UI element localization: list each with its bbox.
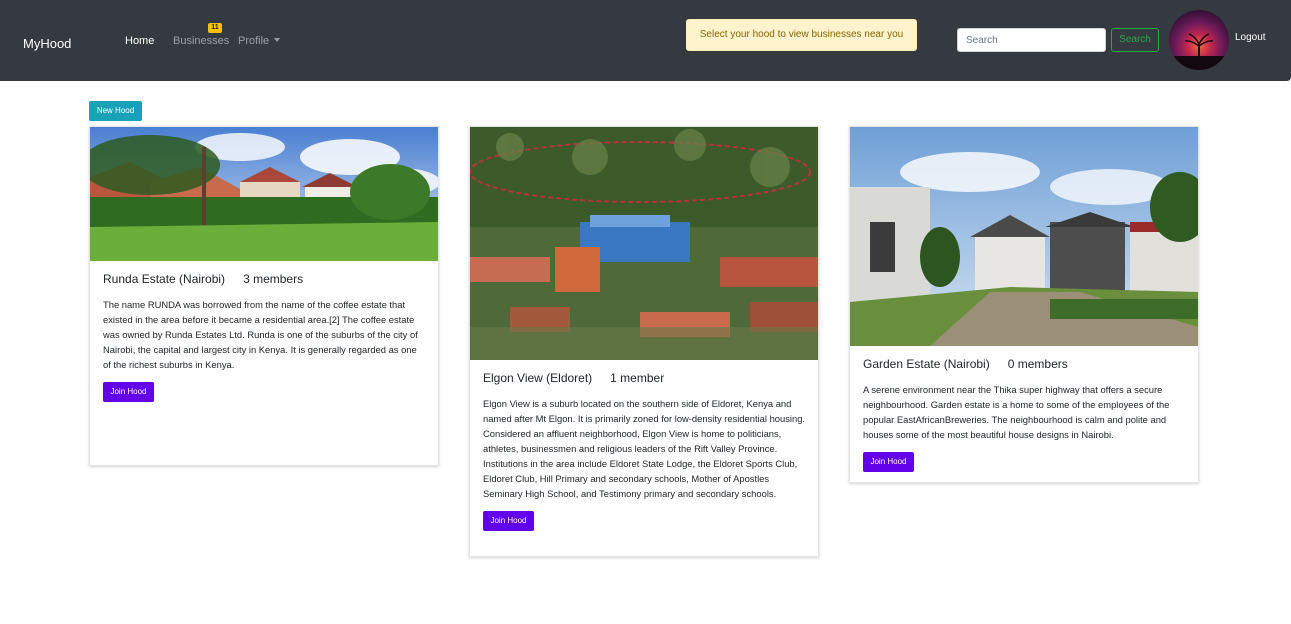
hood-name: Runda Estate (Nairobi) <box>103 272 226 286</box>
hood-image-elgon-view <box>470 127 818 360</box>
hood-name: Garden Estate (Nairobi) <box>863 357 990 371</box>
hood-members-count: 3 members <box>243 272 304 286</box>
hood-card-body: Elgon View (Eldoret) 1 member Elgon View … <box>483 371 807 531</box>
hood-title: Elgon View (Eldoret) 1 member <box>483 371 807 387</box>
join-hood-button[interactable]: Join Hood <box>483 511 534 531</box>
search-input[interactable] <box>957 28 1106 52</box>
hood-card-garden-estate: Garden Estate (Nairobi) 0 members A seren… <box>849 126 1199 483</box>
hood-image-garden-estate <box>850 127 1198 346</box>
hood-title: Runda Estate (Nairobi) 3 members <box>103 272 427 288</box>
new-hood-button[interactable]: New Hood <box>89 101 142 121</box>
join-hood-button[interactable]: Join Hood <box>103 382 154 402</box>
hood-title: Garden Estate (Nairobi) 0 members <box>863 357 1187 373</box>
hood-description: Elgon View is a suburb located on the so… <box>483 398 806 499</box>
caret-down-icon <box>274 38 281 42</box>
nav-profile-dropdown[interactable]: Profile <box>238 35 281 47</box>
avatar-tree-image <box>1169 33 1229 70</box>
hood-description: A serene environment near the Thika supe… <box>863 384 1170 440</box>
search-button[interactable]: Search <box>1111 28 1159 52</box>
select-hood-alert: Select your hood to view businesses near… <box>686 19 917 51</box>
nav-home-link[interactable]: Home <box>125 35 154 47</box>
hood-card-body: Garden Estate (Nairobi) 0 members A seren… <box>863 357 1187 472</box>
hood-name: Elgon View (Eldoret) <box>483 371 593 385</box>
hood-members-count: 1 member <box>610 371 665 385</box>
avatar[interactable] <box>1169 10 1229 70</box>
hood-description: The name RUNDA was borrowed from the nam… <box>103 299 418 370</box>
hood-card-body: Runda Estate (Nairobi) 3 members The name… <box>103 272 427 402</box>
hood-card-runda: Runda Estate (Nairobi) 3 members The name… <box>89 126 439 466</box>
hood-image-runda <box>90 127 438 261</box>
nav-profile-label: Profile <box>238 35 270 47</box>
brand-link[interactable]: MyHood <box>23 36 71 51</box>
navbar: MyHood Home Businesses 11 Profile Select… <box>0 0 1291 81</box>
nav-businesses-link[interactable]: Businesses <box>173 35 229 47</box>
hood-card-elgon-view: Elgon View (Eldoret) 1 member Elgon View … <box>469 126 819 557</box>
businesses-count-badge: 11 <box>208 23 222 33</box>
logout-link[interactable]: Logout <box>1235 32 1266 43</box>
join-hood-button[interactable]: Join Hood <box>863 452 914 472</box>
hood-members-count: 0 members <box>1007 357 1068 371</box>
